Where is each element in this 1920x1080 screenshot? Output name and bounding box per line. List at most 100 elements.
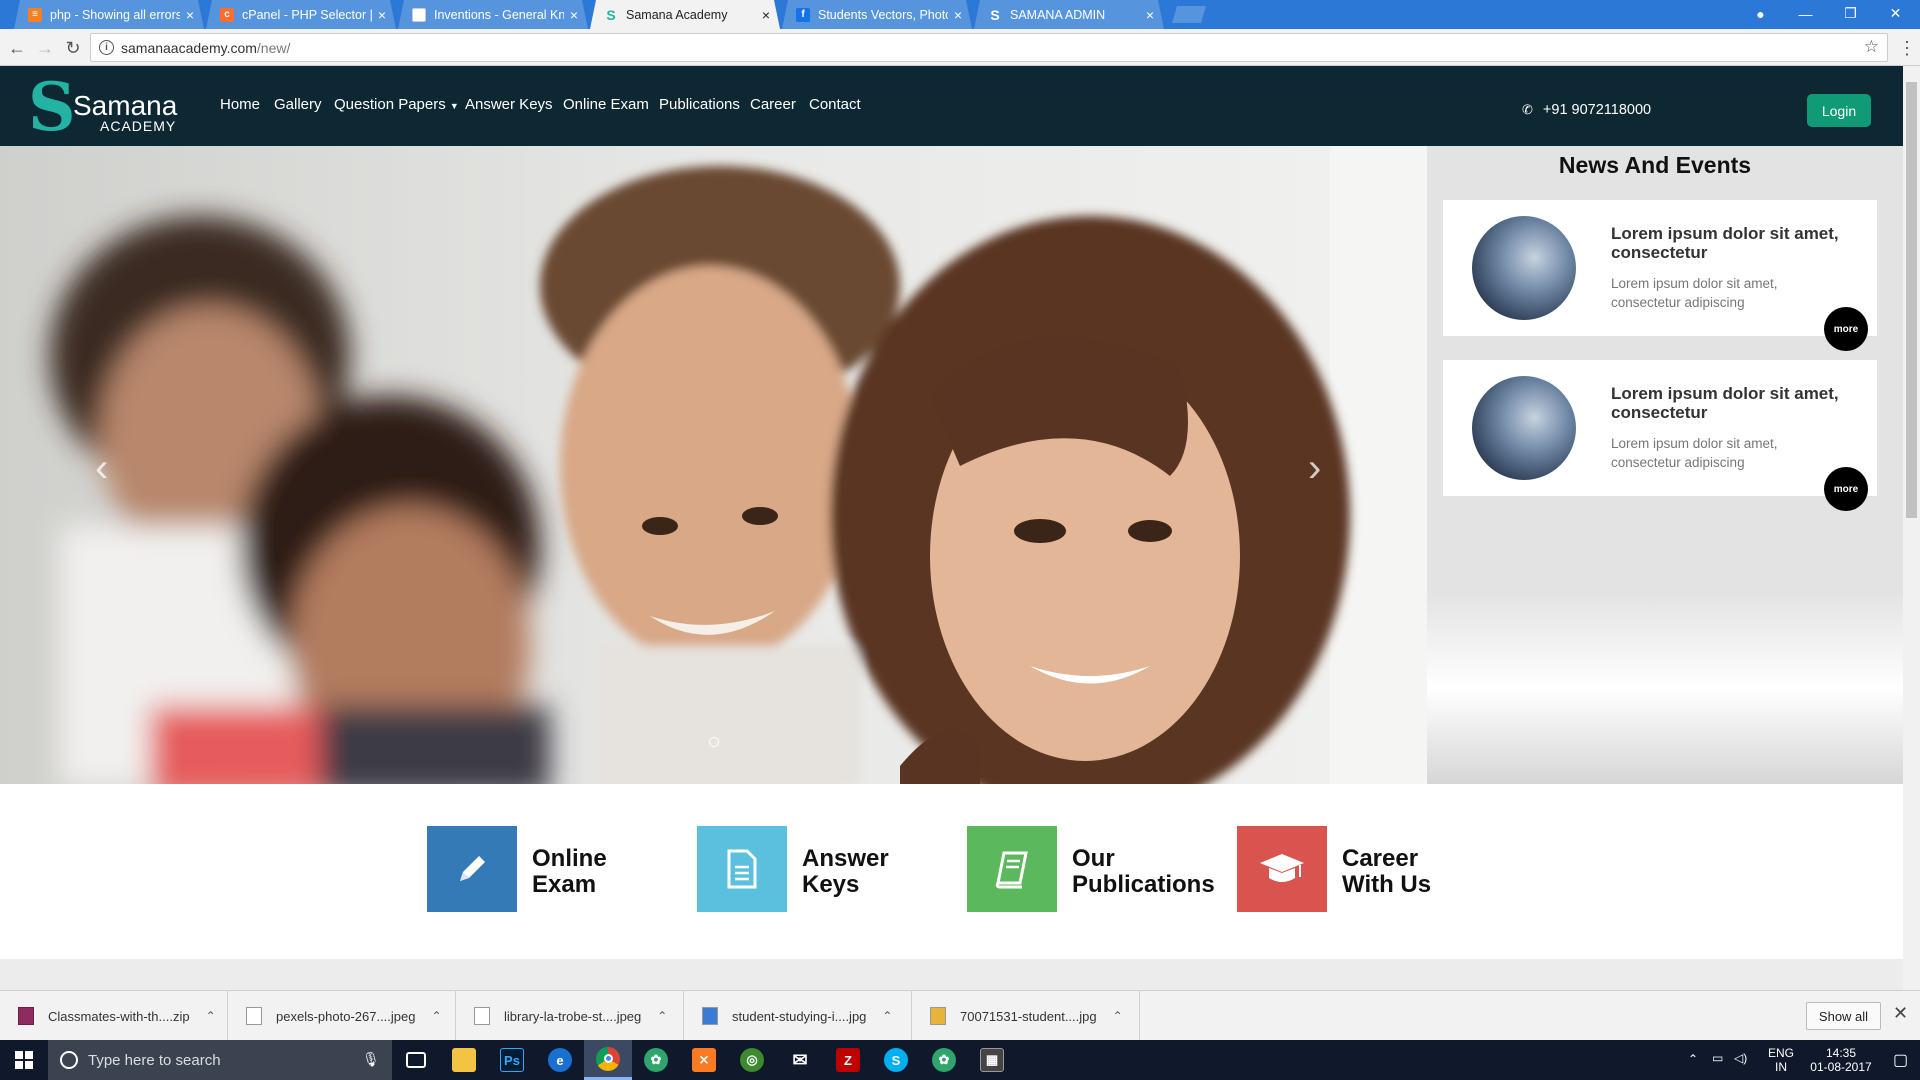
close-tab-icon[interactable]: × [186, 8, 194, 22]
nav-question-papers-label: Question Papers [334, 96, 446, 113]
news-item-text: Lorem ipsum dolor sit amet, consectetur … [1611, 436, 1778, 470]
feature-our-publications[interactable]: Our Publications [967, 826, 1215, 912]
mail-icon[interactable]: ✉ [776, 1040, 824, 1080]
samana-logo[interactable]: S Samana ACADEMY [28, 72, 188, 142]
volume-icon[interactable]: ◁) [1734, 1051, 1747, 1065]
network-icon[interactable]: ▭ [1712, 1051, 1723, 1065]
image-file-icon [246, 1007, 262, 1025]
chevron-up-icon[interactable]: ⌃ [657, 1009, 667, 1023]
slider-prev-icon[interactable]: ‹ [95, 446, 108, 491]
forward-icon[interactable]: → [32, 35, 58, 61]
app-icon[interactable]: ✿ [632, 1040, 680, 1080]
app-icon[interactable]: ✿ [920, 1040, 968, 1080]
feature-answer-keys[interactable]: Answer Keys [697, 826, 927, 912]
nav-online-exam[interactable]: Online Exam [563, 96, 649, 113]
chevron-up-icon[interactable]: ⌃ [1688, 1052, 1698, 1066]
chevron-up-icon[interactable]: ⌃ [882, 1009, 892, 1023]
browser-tab[interactable]: c cPanel - PHP Selector | e × [206, 0, 396, 29]
profile-icon[interactable]: ● [1738, 0, 1783, 27]
bookmark-star-icon[interactable]: ☆ [1864, 37, 1879, 57]
address-bar[interactable]: i samanaacademy.com/new/ ☆ [90, 33, 1888, 62]
nav-answer-keys[interactable]: Answer Keys [465, 96, 553, 113]
skype-icon[interactable]: S [872, 1040, 920, 1080]
feature-online-exam[interactable]: Online Exam [427, 826, 657, 912]
info-icon[interactable]: i [99, 40, 114, 55]
close-tab-icon[interactable]: × [1146, 8, 1154, 22]
image-file-icon [474, 1007, 490, 1025]
news-item-title[interactable]: Lorem ipsum dolor sit amet, consectetur [1611, 384, 1861, 422]
filezilla-icon[interactable]: Z [824, 1040, 872, 1080]
close-window-button[interactable]: ✕ [1873, 0, 1918, 27]
photoshop-icon[interactable]: Ps [488, 1040, 536, 1080]
close-tab-icon[interactable]: × [954, 8, 962, 22]
slider-indicator-dot[interactable] [709, 737, 719, 747]
phone-icon: ✆ [1522, 102, 1533, 117]
chevron-up-icon[interactable]: ⌃ [1113, 1009, 1123, 1023]
download-item[interactable]: 70071531-student....jpg ⌃ [912, 991, 1140, 1041]
reload-icon[interactable]: ↻ [60, 35, 86, 61]
login-button[interactable]: Login [1807, 94, 1871, 127]
page-section-background [0, 959, 1903, 990]
language-indicator[interactable]: ENG IN [1768, 1046, 1794, 1074]
clock-time: 14:35 [1825, 1046, 1857, 1060]
book-icon [967, 826, 1057, 912]
maximize-button[interactable]: ❐ [1828, 0, 1873, 27]
downloads-bar: Classmates-with-th....zip ⌃ pexels-photo… [0, 990, 1920, 1041]
feature-career-with-us[interactable]: Career With Us [1237, 826, 1467, 912]
browser-tab-active[interactable]: S Samana Academy × [590, 0, 780, 29]
news-and-events-panel: News And Events Lorem ipsum dolor sit am… [1427, 146, 1903, 784]
nav-contact[interactable]: Contact [809, 96, 861, 113]
download-item[interactable]: library-la-trobe-st....jpeg ⌃ [456, 991, 684, 1041]
microphone-icon[interactable]: 🎙 [362, 1051, 380, 1068]
nav-gallery[interactable]: Gallery [274, 96, 322, 113]
chevron-up-icon[interactable]: ⌃ [206, 1009, 216, 1023]
chevron-up-icon[interactable]: ⌃ [431, 1009, 441, 1023]
news-item: Lorem ipsum dolor sit amet, consectetur … [1443, 360, 1877, 511]
firefox-icon[interactable]: e [536, 1040, 584, 1080]
freepik-icon: f [796, 8, 810, 22]
show-all-downloads-button[interactable]: Show all [1806, 1002, 1881, 1030]
new-tab-button[interactable] [1172, 6, 1206, 23]
download-filename: 70071531-student....jpg [960, 1008, 1097, 1024]
more-button[interactable]: more [1824, 307, 1868, 351]
news-thumbnail [1472, 376, 1576, 480]
news-title: News And Events [1558, 152, 1752, 178]
download-item[interactable]: pexels-photo-267....jpeg ⌃ [228, 991, 456, 1041]
action-center-icon[interactable]: ▢ [1893, 1050, 1908, 1070]
web-page: S Samana ACADEMY Home Gallery Question P… [0, 66, 1903, 990]
taskbar-search-box[interactable]: Type here to search 🎙 [48, 1040, 392, 1080]
app-icon[interactable]: ◎ [728, 1040, 776, 1080]
browser-tab[interactable]: Inventions - General Kno × [398, 0, 588, 29]
browser-tab[interactable]: f Students Vectors, Photos × [782, 0, 972, 29]
download-item[interactable]: student-studying-i....jpg ⌃ [684, 991, 912, 1041]
phone-contact: ✆ +91 9072118000 [1522, 102, 1651, 118]
file-explorer-icon[interactable] [440, 1040, 488, 1080]
nav-home[interactable]: Home [220, 96, 260, 113]
image-file-icon [930, 1007, 946, 1025]
more-button[interactable]: more [1824, 467, 1868, 511]
url-path: /new/ [256, 39, 291, 56]
samana-icon: S [990, 6, 1000, 23]
browser-tab[interactable]: ≡ php - Showing all errors × [14, 0, 204, 29]
chrome-icon[interactable] [584, 1040, 632, 1080]
close-tab-icon[interactable]: × [378, 8, 386, 22]
xampp-icon[interactable]: ⨯ [680, 1040, 728, 1080]
nav-question-papers[interactable]: Question Papers ▼ [334, 96, 459, 113]
browser-menu-icon[interactable]: ⋮ [1898, 35, 1916, 61]
task-view-icon[interactable] [392, 1040, 440, 1080]
clock[interactable]: 14:35 01-08-2017 [1806, 1046, 1876, 1074]
news-item-title[interactable]: Lorem ipsum dolor sit amet, consectetur [1611, 224, 1861, 262]
nav-career[interactable]: Career [750, 96, 796, 113]
minimize-button[interactable]: — [1783, 0, 1828, 27]
download-item[interactable]: Classmates-with-th....zip ⌃ [0, 991, 228, 1041]
scrollbar-thumb[interactable] [1906, 82, 1917, 518]
windows-start-button[interactable] [0, 1040, 48, 1080]
back-icon[interactable]: ← [4, 35, 30, 61]
close-downloads-icon[interactable]: ✕ [1893, 1003, 1908, 1024]
calculator-icon[interactable]: ▦ [968, 1040, 1016, 1080]
browser-tab[interactable]: S SAMANA ADMIN × [974, 0, 1164, 29]
close-tab-icon[interactable]: × [570, 8, 578, 22]
slider-next-icon[interactable]: › [1308, 446, 1321, 491]
nav-publications[interactable]: Publications [659, 96, 740, 113]
close-tab-icon[interactable]: × [762, 8, 770, 22]
